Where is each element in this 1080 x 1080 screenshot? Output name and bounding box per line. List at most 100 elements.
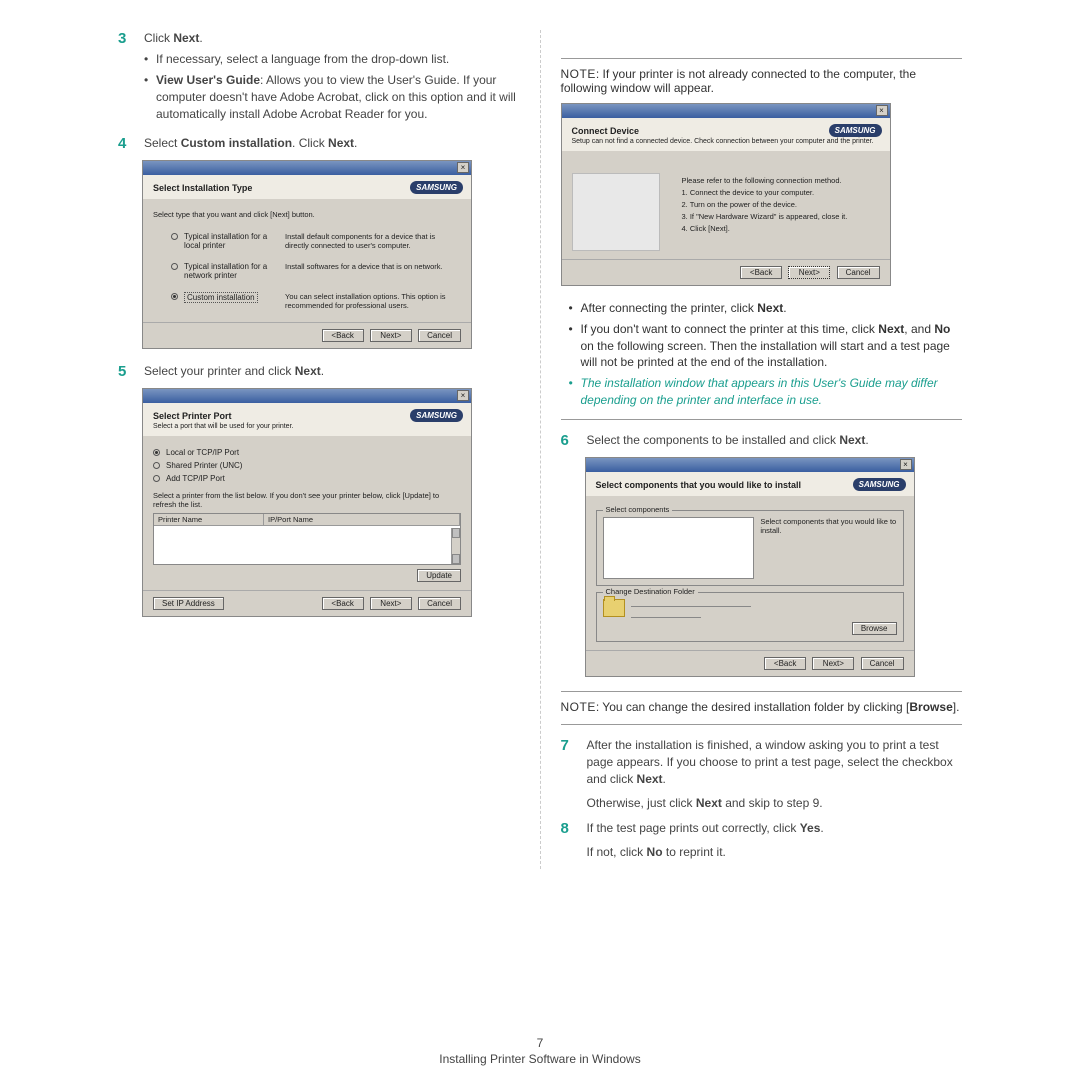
close-icon[interactable]: × [900,459,912,470]
close-icon[interactable]: × [457,390,469,401]
cancel-button[interactable]: Cancel [837,266,880,279]
dlgc-i2: 2. Turn on the power of the device. [682,200,880,209]
legend-components: Select components [603,505,673,514]
radio-typical-network[interactable]: Typical installation for a network print… [171,262,457,280]
s4a: Select [144,136,181,150]
dialog-printer-port: × Select Printer Port Select a port that… [142,388,472,617]
printer-list[interactable]: Printer Name IP/Port Name [153,513,461,565]
s4d: Next [328,136,354,150]
step-7-number: 7 [561,737,575,813]
step-3-c: . [199,31,202,45]
page-footer: 7 Installing Printer Software in Windows [0,1036,1080,1066]
next-button[interactable]: Next> [812,657,854,670]
dialog5-help: Select a printer from the list below. If… [153,491,461,509]
step-8-number: 8 [561,820,575,861]
radio-icon [171,233,178,240]
close-icon[interactable]: × [457,162,469,173]
note1-body: : If your printer is not already connect… [561,67,917,95]
step-7: 7 After the installation is finished, a … [561,737,963,813]
step-3-number: 3 [118,30,132,127]
step-8-text: If the test page prints out correctly, c… [587,820,963,861]
dialog5-sub: Select a port that will be used for your… [153,423,461,430]
back-button[interactable]: <Back [322,329,364,342]
step-7-text: After the installation is finished, a wi… [587,737,963,813]
s8d: If not, click [587,845,647,859]
rule [561,419,963,420]
opt1-desc: Install default components for a device … [285,232,457,250]
path-line-1 [631,601,751,607]
step-6-text: Select the components to be installed an… [587,432,963,449]
step-5-number: 5 [118,363,132,380]
radio-icon [153,462,160,469]
r3-label: Add TCP/IP Port [166,474,225,483]
back-button[interactable]: <Back [764,657,806,670]
dlgc-lead: Please refer to the following connection… [682,176,880,185]
cancel-button[interactable]: Cancel [861,657,904,670]
scrollbar[interactable] [451,528,460,564]
dialog4-titlebar: × [143,161,471,175]
radio-add-tcp[interactable]: Add TCP/IP Port [153,474,461,483]
s4b: Custom installation [181,136,292,150]
device-illustration [572,173,660,251]
cancel-button[interactable]: Cancel [418,329,461,342]
next-button[interactable]: Next> [370,597,412,610]
close-icon[interactable]: × [876,105,888,116]
chapter-title: Installing Printer Software in Windows [0,1052,1080,1066]
fieldset-components: Select components Select components that… [596,510,904,586]
ab2a: If you don't want to connect the printer… [581,322,879,336]
back-button[interactable]: <Back [740,266,782,279]
opt3-label: Custom installation [184,292,279,303]
ab1b: Next [757,301,783,315]
cancel-button[interactable]: Cancel [418,597,461,610]
dialog5-titlebar: × [143,389,471,403]
ab2c: , and [904,322,934,336]
opt2-desc: Install softwares for a device that is o… [285,262,457,271]
step-3-bullet-1: If necessary, select a language from the… [144,51,520,68]
samsung-logo: SAMSUNG [410,181,463,194]
step-6: 6 Select the components to be installed … [561,432,963,449]
browse-button[interactable]: Browse [852,622,897,635]
note-connect: NOTE: If your printer is not already con… [561,67,963,95]
step-3-a: Click [144,31,173,45]
step-3-b: Next [173,31,199,45]
dialog5-header: Select Printer Port Select a port that w… [143,403,471,436]
folder-icon [603,599,625,617]
update-button[interactable]: Update [417,569,461,582]
step-4-text: Select Custom installation. Click Next. [144,135,520,152]
s5c: . [321,364,324,378]
opt3-label-text: Custom installation [184,292,258,303]
right-column: NOTE : If your printer is not already con… [553,30,971,869]
s8c: . [820,821,823,835]
next-button[interactable]: Next> [788,266,830,279]
step-3-bul2-a: View User's Guide [156,73,260,87]
step-4-number: 4 [118,135,132,152]
back-button[interactable]: <Back [322,597,364,610]
ab1c: . [783,301,786,315]
radio-local-tcp[interactable]: Local or TCP/IP Port [153,448,461,457]
dlgc-i3: 3. If "New Hardware Wizard" is appeared,… [682,212,880,221]
after-b3: The installation window that appears in … [569,375,963,409]
next-button[interactable]: Next> [370,329,412,342]
radio-typical-local[interactable]: Typical installation for a local printer… [171,232,457,250]
s8a: If the test page prints out correctly, c… [587,821,800,835]
components-list[interactable] [603,517,755,579]
radio-icon [153,475,160,482]
column-divider [540,30,541,869]
s5a: Select your printer and click [144,364,295,378]
note2-label: NOTE [561,700,596,714]
opt1-label: Typical installation for a local printer [184,232,279,250]
dialog-connect-device: × Connect Device Setup can not find a co… [561,103,891,286]
radio-custom[interactable]: Custom installationYou can select instal… [171,292,457,310]
set-ip-button[interactable]: Set IP Address [153,597,224,610]
samsung-logo: SAMSUNG [410,409,463,422]
radio-shared[interactable]: Shared Printer (UNC) [153,461,461,470]
s7b: Next [637,772,663,786]
dlg6-titlebar: × [586,458,914,472]
legend-destination: Change Destination Folder [603,587,698,596]
step-4: 4 Select Custom installation. Click Next… [118,135,520,152]
dlgc-i1: 1. Connect the device to your computer. [682,188,880,197]
dlgc-titlebar: × [562,104,890,118]
s8e: No [647,845,663,859]
ab2d: No [934,322,950,336]
r2-label: Shared Printer (UNC) [166,461,242,470]
